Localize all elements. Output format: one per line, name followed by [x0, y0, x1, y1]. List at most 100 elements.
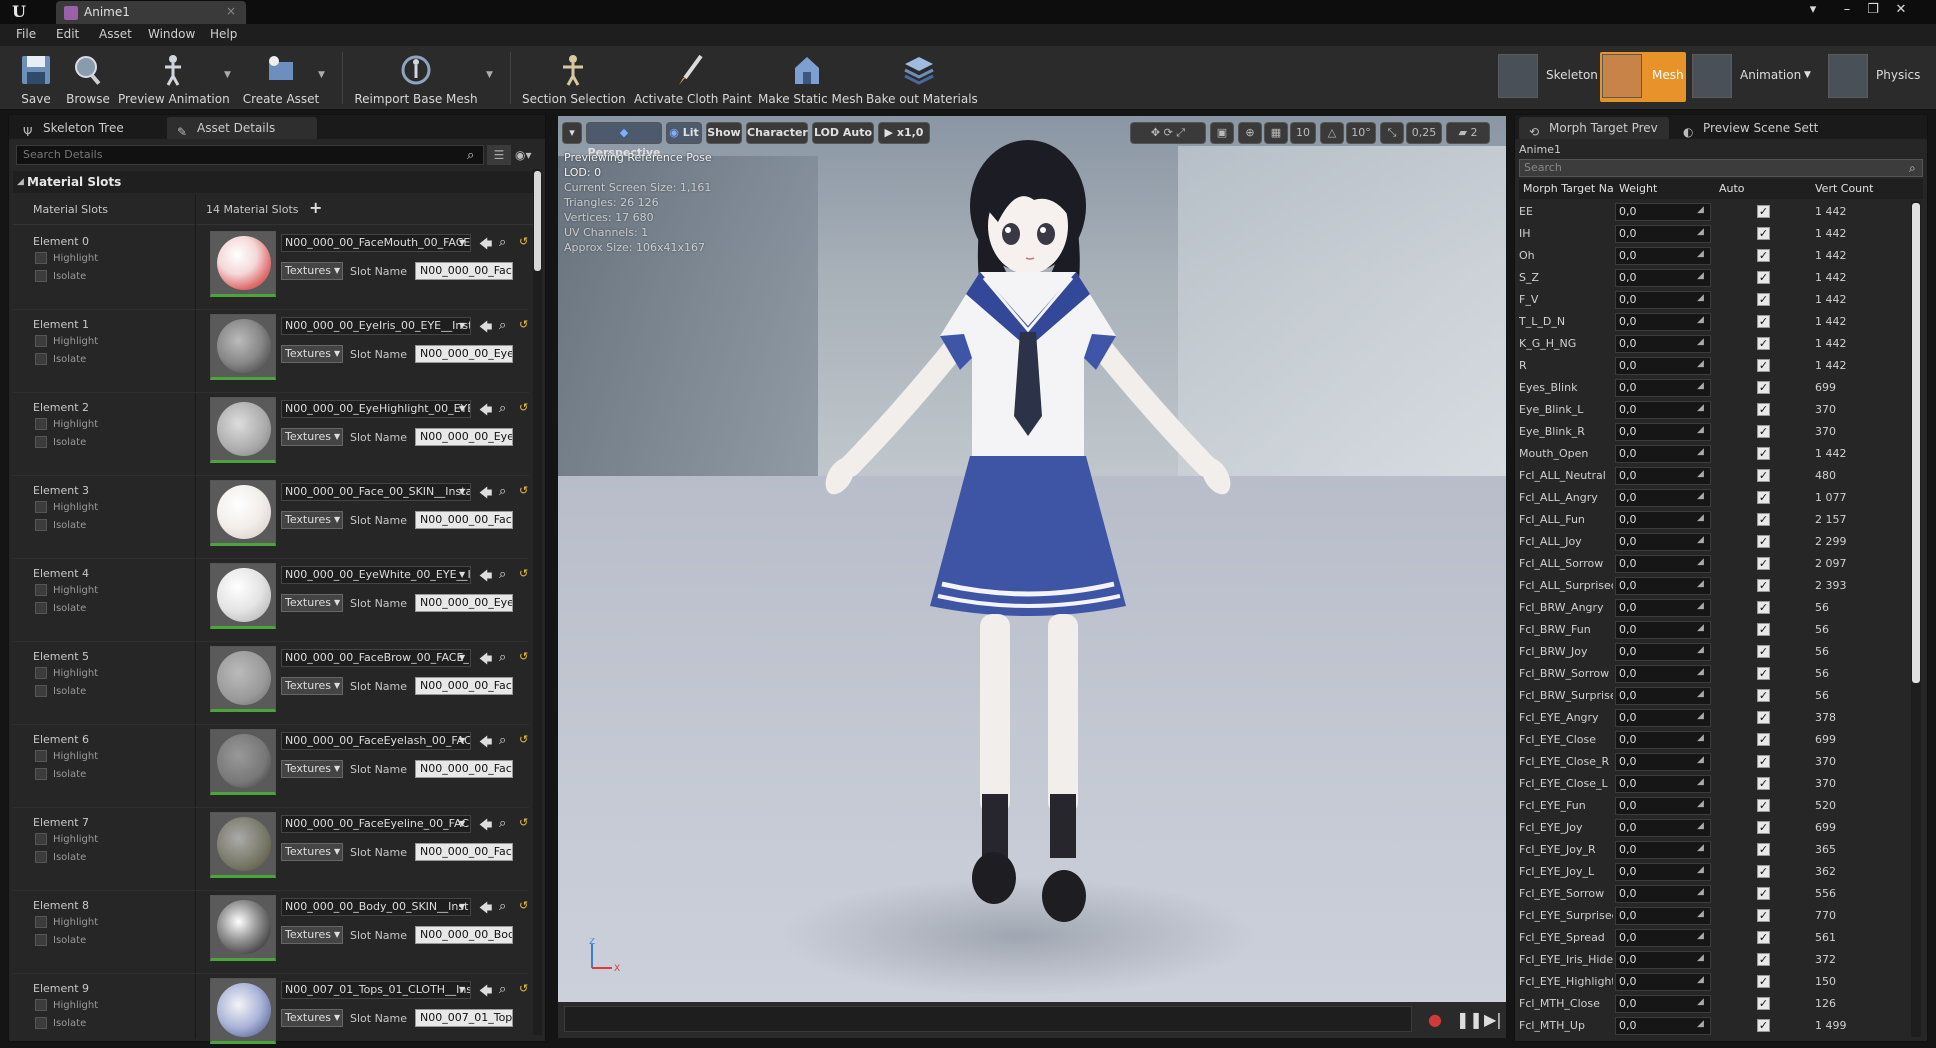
material-asset-combo[interactable]: N00_000_00_Body_00_SKIN__Inst: [281, 898, 471, 916]
auto-checkbox[interactable]: ✓: [1757, 821, 1770, 834]
tab-asset-details[interactable]: ✎ Asset Details: [167, 117, 317, 139]
add-material-slot-icon[interactable]: +: [309, 198, 322, 217]
document-tab[interactable]: Anime1 ×: [56, 1, 246, 24]
browse-asset-icon[interactable]: ⌕: [499, 816, 506, 831]
auto-checkbox[interactable]: ✓: [1757, 469, 1770, 482]
use-selected-asset-icon[interactable]: 🡄: [479, 567, 492, 589]
chevron-down-icon[interactable]: ▼: [459, 985, 465, 994]
pause-icon[interactable]: ❚❚: [1456, 1010, 1483, 1029]
grid-snap-icon[interactable]: ▦: [1264, 122, 1288, 144]
morph-target-row[interactable]: F_V 0,0 ◢ ✓ 1 442: [1519, 289, 1911, 311]
auto-checkbox[interactable]: ✓: [1757, 337, 1770, 350]
chevron-down-icon[interactable]: ▼: [459, 570, 465, 579]
highlight-checkbox[interactable]: Highlight: [35, 335, 98, 347]
morph-target-row[interactable]: Fcl_EYE_Joy_L 0,0 ◢ ✓ 362: [1519, 861, 1911, 883]
highlight-checkbox[interactable]: Highlight: [35, 916, 98, 928]
slot-name-field[interactable]: N00_000_00_EyeW: [415, 594, 513, 612]
auto-checkbox[interactable]: ✓: [1757, 667, 1770, 680]
section-selection-button[interactable]: Section Selection: [522, 46, 626, 110]
morph-target-row[interactable]: Fcl_EYE_Spread 0,0 ◢ ✓ 561: [1519, 927, 1911, 949]
rotation-snap-icon[interactable]: △: [1320, 122, 1344, 144]
timeline-track[interactable]: [564, 1006, 1412, 1032]
menu-window[interactable]: Window: [148, 27, 195, 41]
auto-checkbox[interactable]: ✓: [1757, 953, 1770, 966]
use-selected-asset-icon[interactable]: 🡄: [479, 401, 492, 423]
browse-asset-icon[interactable]: ⌕: [499, 982, 506, 997]
browse-asset-icon[interactable]: ⌕: [499, 401, 506, 416]
browse-asset-icon[interactable]: ⌕: [499, 484, 506, 499]
chevron-down-icon[interactable]: ▼: [459, 238, 465, 247]
preview-viewport[interactable]: ▾ ◆ Perspective ◉ Lit Show Character LOD…: [558, 116, 1506, 1002]
spinner-handle-icon[interactable]: ◢: [1697, 425, 1704, 435]
create-asset-dropdown-icon[interactable]: ▼: [318, 70, 325, 80]
auto-checkbox[interactable]: ✓: [1757, 579, 1770, 592]
reimport-dropdown-icon[interactable]: ▼: [486, 70, 493, 80]
isolate-checkbox[interactable]: Isolate: [35, 353, 86, 365]
morph-target-row[interactable]: Fcl_EYE_Close 0,0 ◢ ✓ 699: [1519, 729, 1911, 751]
morph-target-row[interactable]: Fcl_EYE_Fun 0,0 ◢ ✓ 520: [1519, 795, 1911, 817]
surface-snap-icon[interactable]: ▣: [1210, 122, 1234, 144]
character-model[interactable]: [758, 126, 1298, 1002]
auto-checkbox[interactable]: ✓: [1757, 447, 1770, 460]
reset-to-default-icon[interactable]: ↺: [519, 733, 528, 746]
use-selected-asset-icon[interactable]: 🡄: [479, 318, 492, 340]
use-selected-asset-icon[interactable]: 🡄: [479, 235, 492, 257]
material-thumbnail[interactable]: [210, 314, 276, 380]
material-thumbnail[interactable]: [210, 397, 276, 463]
rotation-snap-value[interactable]: 10°: [1346, 122, 1376, 144]
step-forward-icon[interactable]: ▶|: [1484, 1010, 1502, 1029]
morph-target-row[interactable]: S_Z 0,0 ◢ ✓ 1 442: [1519, 267, 1911, 289]
auto-checkbox[interactable]: ✓: [1757, 843, 1770, 856]
highlight-checkbox[interactable]: Highlight: [35, 999, 98, 1011]
chevron-down-icon[interactable]: ▼: [459, 819, 465, 828]
bake-out-materials-button[interactable]: Bake out Materials: [866, 46, 978, 110]
auto-checkbox[interactable]: ✓: [1757, 513, 1770, 526]
morph-target-row[interactable]: Fcl_EYE_Angry 0,0 ◢ ✓ 378: [1519, 707, 1911, 729]
isolate-checkbox[interactable]: Isolate: [35, 270, 86, 282]
auto-checkbox[interactable]: ✓: [1757, 865, 1770, 878]
morph-target-row[interactable]: Fcl_ALL_Surprised 0,0 ◢ ✓ 2 393: [1519, 575, 1911, 597]
auto-checkbox[interactable]: ✓: [1757, 623, 1770, 636]
auto-checkbox[interactable]: ✓: [1757, 645, 1770, 658]
spinner-handle-icon[interactable]: ◢: [1697, 975, 1704, 985]
browse-asset-icon[interactable]: ⌕: [499, 318, 506, 333]
scrollbar-thumb[interactable]: [1912, 203, 1920, 683]
spinner-handle-icon[interactable]: ◢: [1697, 997, 1704, 1007]
auto-checkbox[interactable]: ✓: [1757, 689, 1770, 702]
preview-animation-dropdown-icon[interactable]: ▼: [224, 70, 231, 80]
menu-asset[interactable]: Asset: [99, 27, 132, 41]
isolate-checkbox[interactable]: Isolate: [35, 934, 86, 946]
column-weight[interactable]: Weight: [1619, 182, 1657, 195]
spinner-handle-icon[interactable]: ◢: [1697, 601, 1704, 611]
morph-target-row[interactable]: Fcl_BRW_Surprised0,0◢✓56: [1519, 685, 1911, 707]
physics-mode-button[interactable]: Physics: [1828, 52, 1928, 102]
spinner-handle-icon[interactable]: ◢: [1697, 799, 1704, 809]
auto-checkbox[interactable]: ✓: [1757, 425, 1770, 438]
playback-speed-button[interactable]: ▶ x1,0: [878, 122, 930, 144]
details-search-input[interactable]: Search Details: [16, 145, 484, 165]
reset-to-default-icon[interactable]: ↺: [519, 235, 528, 248]
morph-target-row[interactable]: Fcl_BRW_Fun 0,0 ◢ ✓ 56: [1519, 619, 1911, 641]
slot-name-field[interactable]: N00_000_00_Face: [415, 511, 513, 529]
spinner-handle-icon[interactable]: ◢: [1697, 821, 1704, 831]
reset-to-default-icon[interactable]: ↺: [519, 567, 528, 580]
highlight-checkbox[interactable]: Highlight: [35, 252, 98, 264]
use-selected-asset-icon[interactable]: 🡄: [479, 982, 492, 1004]
use-selected-asset-icon[interactable]: 🡄: [479, 484, 492, 506]
material-thumbnail[interactable]: [210, 231, 276, 297]
mesh-mode-button[interactable]: Mesh: [1600, 52, 1686, 102]
spinner-handle-icon[interactable]: ◢: [1697, 733, 1704, 743]
spinner-handle-icon[interactable]: ◢: [1697, 359, 1704, 369]
browse-asset-icon[interactable]: ⌕: [499, 567, 506, 582]
material-asset-combo[interactable]: N00_000_00_EyeWhite_00_EYE__In: [281, 566, 471, 584]
auto-checkbox[interactable]: ✓: [1757, 271, 1770, 284]
column-morph-target-name[interactable]: Morph Target Na: [1523, 182, 1614, 195]
morph-target-row[interactable]: Fcl_BRW_Sorrow 0,0 ◢ ✓ 56: [1519, 663, 1911, 685]
animation-mode-button[interactable]: Animation ▼: [1692, 52, 1816, 102]
material-thumbnail[interactable]: [210, 729, 276, 795]
minimize-icon[interactable]: –: [1834, 0, 1860, 20]
auto-checkbox[interactable]: ✓: [1757, 887, 1770, 900]
use-selected-asset-icon[interactable]: 🡄: [479, 899, 492, 921]
skeleton-mode-button[interactable]: Skeleton: [1498, 52, 1598, 102]
morph-target-row[interactable]: Fcl_MTH_Close 0,0 ◢ ✓ 126: [1519, 993, 1911, 1015]
